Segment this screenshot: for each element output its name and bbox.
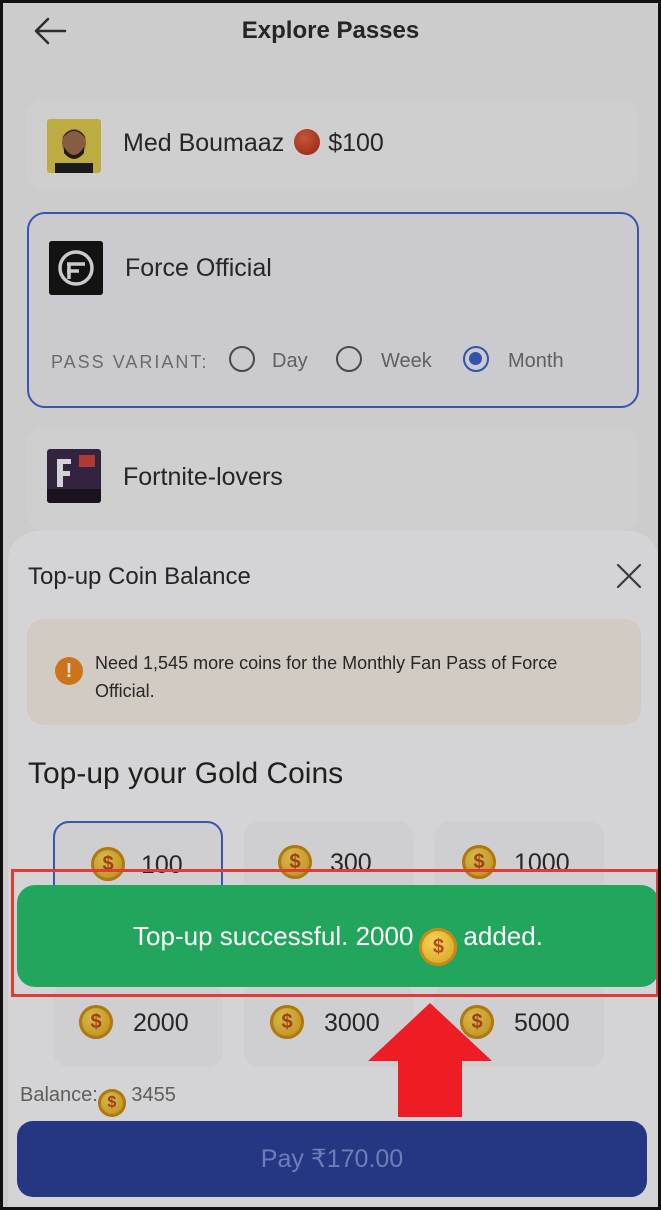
balance-label: Balance: bbox=[20, 1084, 98, 1106]
sheet-title: Top-up Coin Balance bbox=[28, 563, 251, 590]
highlight-box bbox=[11, 869, 658, 997]
force-logo bbox=[49, 241, 103, 295]
radio-day-label: Day bbox=[272, 350, 308, 372]
balance-value: 3455 bbox=[131, 1084, 176, 1106]
coins-heading: Top-up your Gold Coins bbox=[28, 757, 344, 790]
pass-name: Med Boumaaz bbox=[123, 129, 285, 157]
coin-amount: 5000 bbox=[514, 1009, 570, 1037]
coin-amount: 2000 bbox=[133, 1009, 189, 1037]
pass-card-fortnite-lovers[interactable]: Fortnite-lovers bbox=[27, 427, 639, 531]
notice-banner: ! Need 1,545 more coins for the Monthly … bbox=[27, 619, 641, 725]
radio-month[interactable] bbox=[463, 346, 489, 372]
pass-card-med-boumaaz[interactable]: Med Boumaaz $100 bbox=[27, 99, 639, 191]
pay-button[interactable]: Pay ₹170.00 bbox=[17, 1121, 647, 1197]
pass-name: Fortnite-lovers bbox=[123, 463, 283, 491]
pass-name: Force Official bbox=[125, 254, 272, 282]
status-dot-icon bbox=[294, 129, 321, 155]
app-screen: Explore Passes Med Boumaaz $100 Force Off bbox=[0, 0, 661, 1210]
balance-row: Balance: $ 3455 bbox=[20, 1084, 176, 1117]
notice-text: Need 1,545 more coins for the Monthly Fa… bbox=[95, 653, 558, 701]
header: Explore Passes bbox=[3, 3, 658, 63]
pass-price: $100 bbox=[328, 129, 384, 157]
radio-month-label: Month bbox=[508, 350, 564, 372]
avatar bbox=[47, 119, 101, 173]
close-icon[interactable] bbox=[614, 561, 644, 591]
pass-card-force-official[interactable]: Force Official PASS VARIANT: Day Week Mo… bbox=[27, 212, 639, 408]
page-title: Explore Passes bbox=[241, 17, 420, 44]
coin-icon: $ bbox=[79, 1005, 113, 1039]
fortnite-thumbnail bbox=[47, 449, 101, 503]
coin-icon: $ bbox=[270, 1005, 304, 1039]
pass-variant-label: PASS VARIANT: bbox=[51, 352, 209, 372]
radio-day[interactable] bbox=[229, 346, 255, 372]
red-arrow-icon bbox=[368, 1003, 492, 1117]
radio-week[interactable] bbox=[336, 346, 362, 372]
coin-icon: $ bbox=[97, 1089, 126, 1117]
radio-week-label: Week bbox=[381, 350, 432, 372]
warning-icon: ! bbox=[55, 657, 83, 685]
